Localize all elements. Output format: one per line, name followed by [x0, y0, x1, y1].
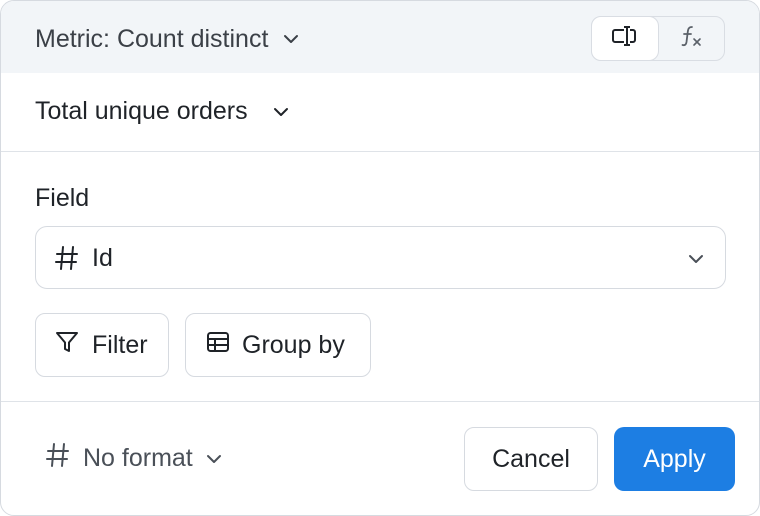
cancel-label: Cancel [492, 444, 570, 473]
field-mode-icon [611, 24, 639, 53]
chevron-down-icon [282, 30, 300, 48]
filter-label: Filter [92, 330, 148, 359]
chevron-down-icon [272, 103, 290, 121]
field-select[interactable]: Id [35, 226, 726, 289]
funnel-icon [54, 329, 80, 362]
filter-button[interactable]: Filter [35, 313, 169, 377]
footer-divider [1, 401, 759, 402]
metric-type-label: Metric: Count distinct [35, 24, 269, 53]
metric-editor-panel: Metric: Count distinct Total unique orde… [0, 0, 760, 516]
metric-name-row: Total unique orders [1, 73, 759, 152]
hash-icon [54, 244, 80, 277]
metric-name-select[interactable]: Total unique orders [35, 97, 290, 126]
field-mode-button[interactable] [592, 17, 658, 60]
apply-button[interactable]: Apply [614, 427, 735, 491]
group-by-button[interactable]: Group by [185, 313, 371, 377]
metric-name-value: Total unique orders [35, 97, 248, 125]
formula-mode-button[interactable] [659, 17, 725, 60]
metric-header: Metric: Count distinct [1, 1, 759, 73]
hash-icon [45, 441, 71, 476]
chevron-down-icon [205, 450, 223, 468]
field-value: Id [92, 244, 113, 272]
cancel-button[interactable]: Cancel [464, 427, 598, 491]
format-select[interactable]: No format [45, 441, 223, 476]
field-label: Field [35, 184, 90, 212]
editor-mode-toggle [591, 16, 725, 61]
metric-type-select[interactable]: Metric: Count distinct [35, 22, 300, 56]
group-by-label: Group by [242, 330, 345, 359]
chevron-down-icon [687, 250, 705, 273]
table-icon [206, 330, 230, 361]
formula-fx-icon [679, 24, 705, 53]
format-label: No format [83, 444, 193, 472]
apply-label: Apply [643, 444, 706, 473]
